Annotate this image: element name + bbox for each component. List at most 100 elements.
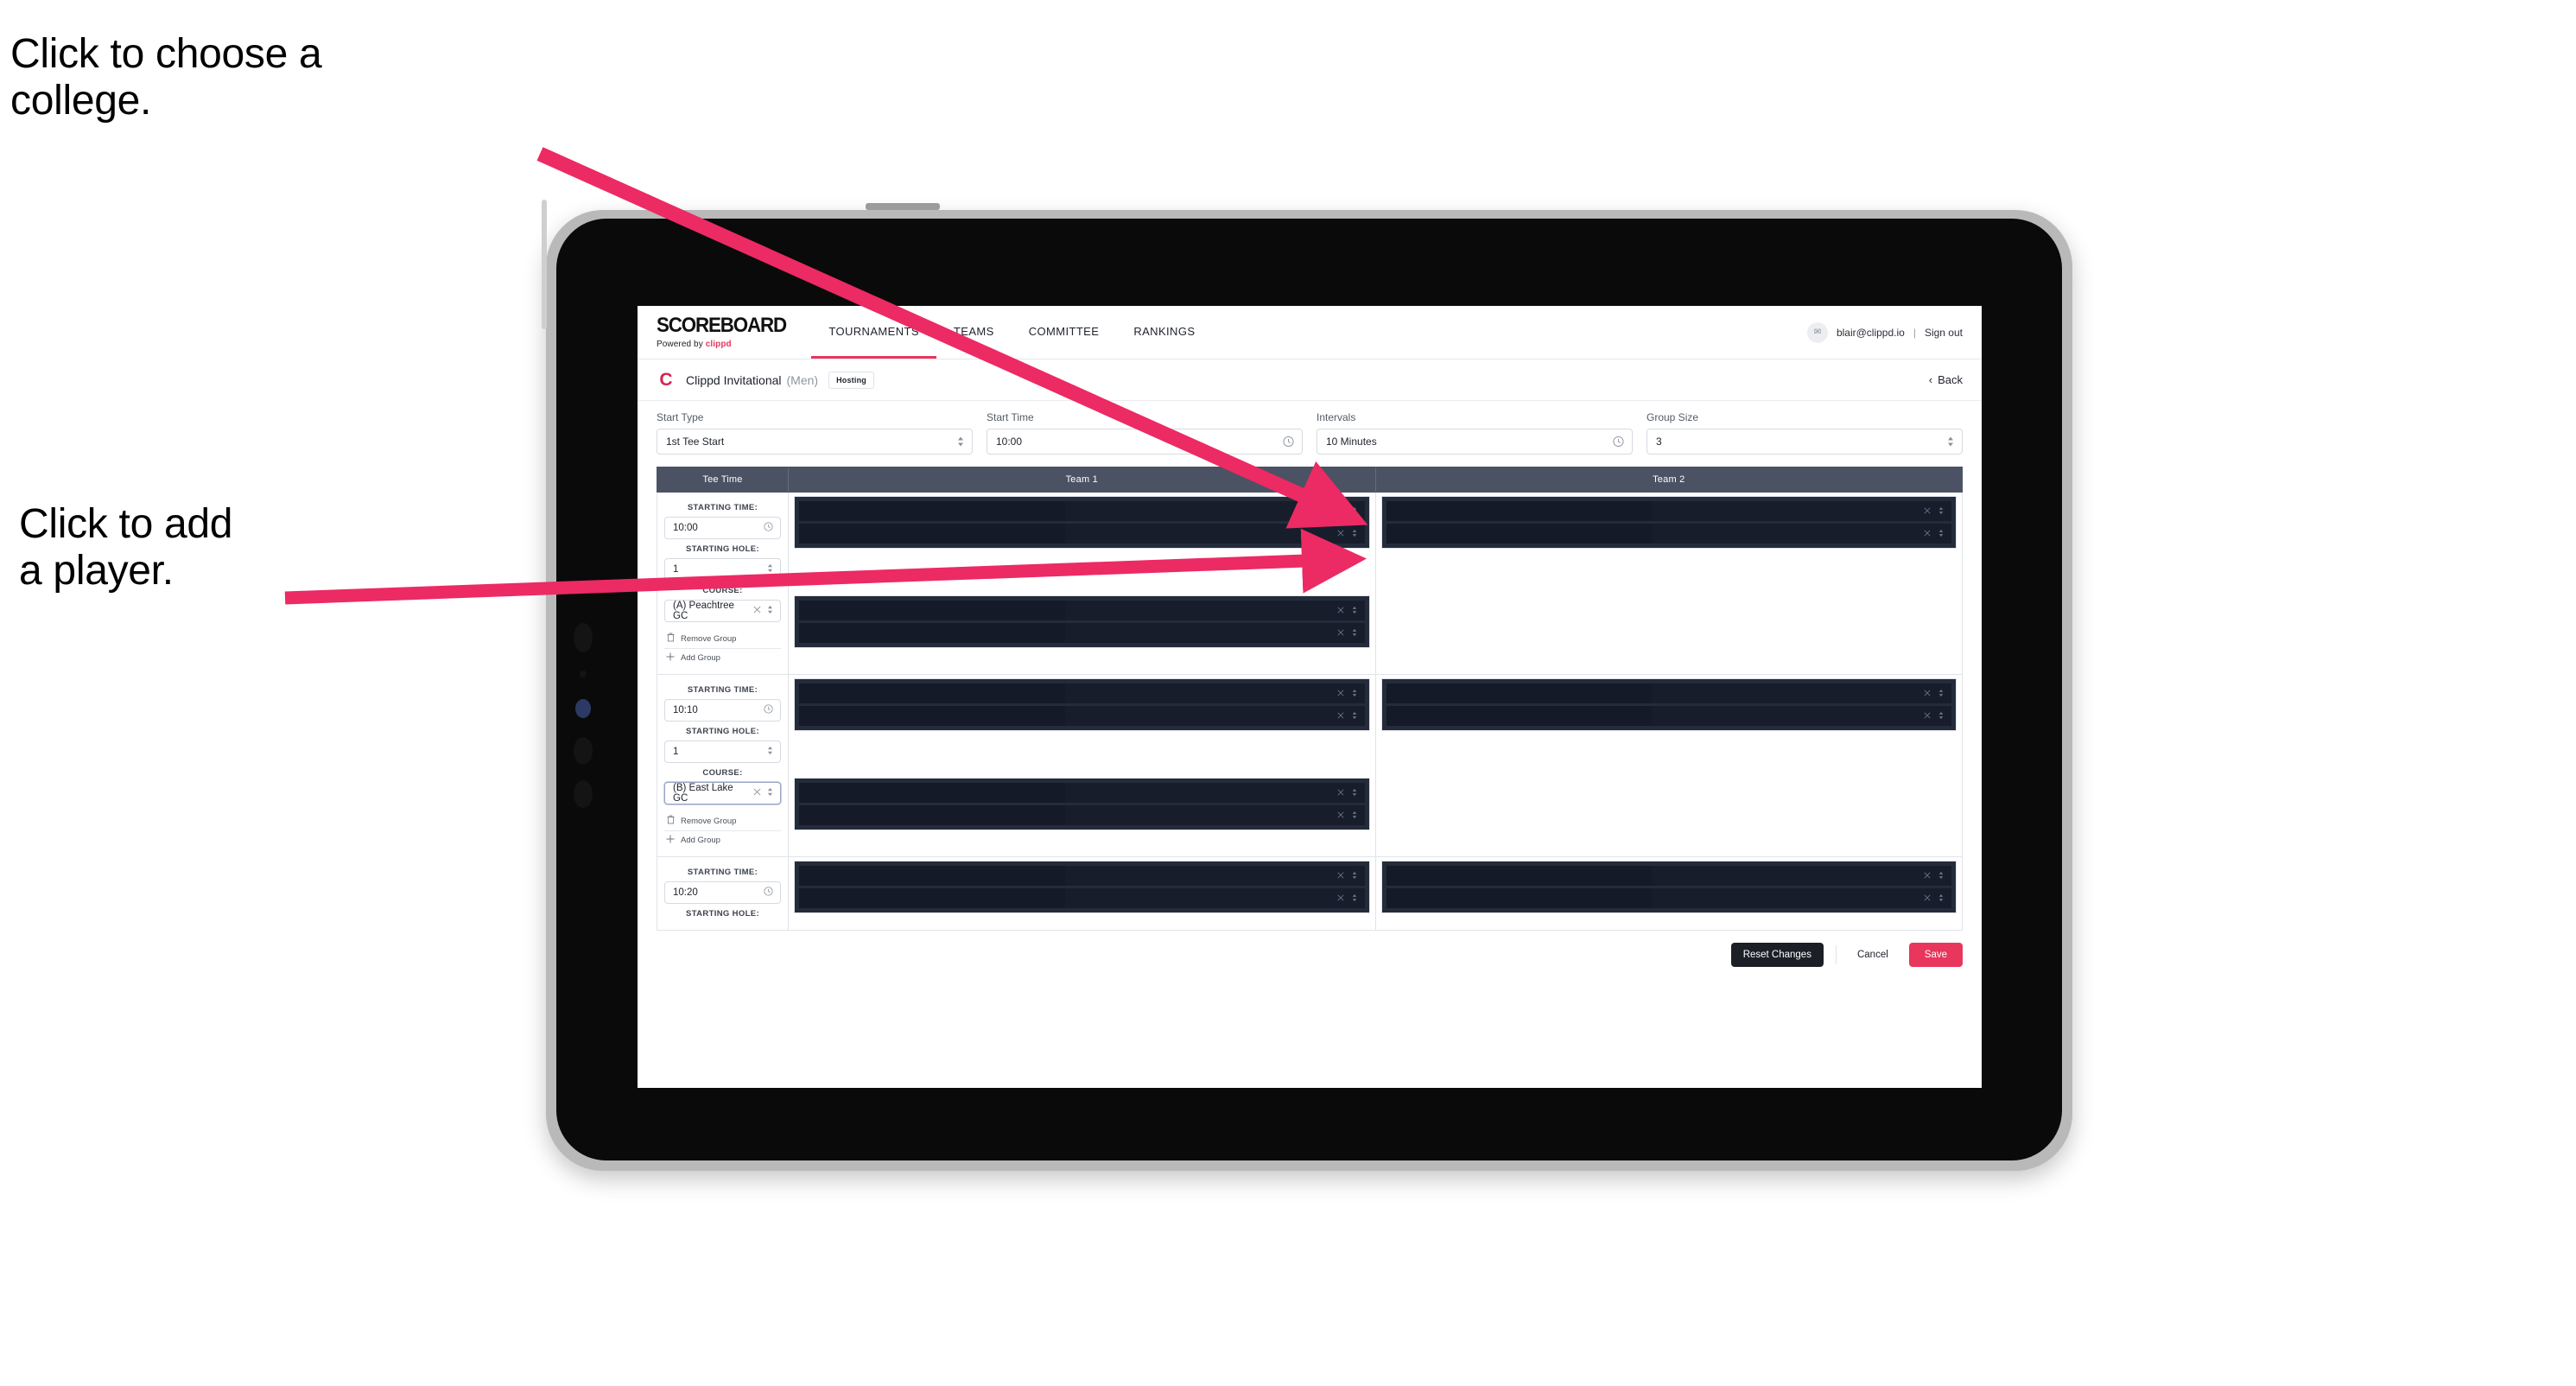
clear-icon[interactable]	[1924, 894, 1931, 903]
clear-icon[interactable]	[753, 788, 761, 798]
stepper-icon[interactable]	[1938, 689, 1944, 699]
stepper-icon[interactable]	[1352, 606, 1357, 616]
footer-divider	[1835, 945, 1837, 964]
stepper-icon[interactable]	[1352, 711, 1357, 722]
starting-time-input[interactable]: 10:00	[664, 517, 781, 539]
starting-time-input[interactable]: 10:10	[664, 699, 781, 722]
brand-logo[interactable]: SCOREBOARD Powered by clippd	[638, 306, 811, 359]
player-slot[interactable]	[799, 683, 1365, 703]
stepper-icon[interactable]	[1938, 506, 1944, 517]
stepper-icon[interactable]	[1352, 689, 1357, 699]
course-select[interactable]: (B) East Lake GC	[664, 782, 781, 804]
remove-group-button[interactable]: Remove Group	[664, 811, 781, 830]
player-slot[interactable]	[1386, 501, 1951, 521]
stepper-icon[interactable]	[1352, 893, 1357, 904]
clock-icon[interactable]	[764, 704, 773, 716]
player-slot[interactable]	[799, 524, 1365, 544]
player-slot[interactable]	[799, 601, 1365, 620]
stepper-icon[interactable]	[767, 746, 773, 758]
group-size-select[interactable]: 3	[1646, 429, 1963, 455]
player-group-block	[1380, 861, 1957, 913]
envelope-icon: ✉	[1813, 327, 1822, 337]
clear-icon[interactable]	[1924, 530, 1931, 538]
stepper-icon[interactable]	[767, 787, 773, 799]
start-time-input[interactable]: 10:00	[987, 429, 1303, 455]
player-slot[interactable]	[799, 623, 1365, 643]
stepper-icon[interactable]	[1938, 893, 1944, 904]
starting-time-input[interactable]: 10:20	[664, 881, 781, 904]
clock-icon[interactable]	[1613, 436, 1624, 448]
stepper-icon[interactable]	[1947, 436, 1954, 448]
starting-time-label: STARTING TIME:	[687, 685, 758, 695]
clear-icon[interactable]	[1337, 712, 1344, 721]
clear-icon[interactable]	[1337, 811, 1344, 820]
clear-icon[interactable]	[753, 606, 761, 616]
player-group-block	[1380, 496, 1957, 549]
stepper-icon[interactable]	[1352, 871, 1357, 881]
player-group-block	[794, 678, 1370, 731]
clear-icon[interactable]	[1337, 872, 1344, 881]
clock-icon[interactable]	[764, 887, 773, 899]
nav-tab-teams[interactable]: TEAMS	[936, 306, 1012, 359]
clear-icon[interactable]	[1924, 507, 1931, 516]
reset-changes-button[interactable]: Reset Changes	[1730, 943, 1824, 967]
player-slot[interactable]	[1386, 888, 1951, 908]
clear-icon[interactable]	[1337, 507, 1344, 516]
player-slot[interactable]	[799, 783, 1365, 803]
clock-icon[interactable]	[764, 522, 773, 534]
clear-icon[interactable]	[1337, 530, 1344, 538]
stepper-icon[interactable]	[1938, 711, 1944, 722]
player-slot[interactable]	[799, 866, 1365, 886]
stepper-icon[interactable]	[1938, 529, 1944, 539]
clear-icon[interactable]	[1924, 690, 1931, 698]
add-group-button[interactable]: Add Group	[664, 648, 781, 667]
stepper-icon[interactable]	[1352, 628, 1357, 639]
stepper-icon[interactable]	[767, 563, 773, 575]
clear-icon[interactable]	[1924, 712, 1931, 721]
starting-time-value: 10:10	[673, 705, 698, 715]
camera-dot	[574, 623, 593, 652]
player-slot[interactable]	[799, 805, 1365, 825]
stepper-icon[interactable]	[1352, 506, 1357, 517]
stepper-icon[interactable]	[767, 605, 773, 617]
clock-icon[interactable]	[1283, 436, 1294, 448]
intervals-input[interactable]: 10 Minutes	[1317, 429, 1633, 455]
stepper-icon[interactable]	[1352, 811, 1357, 821]
starting-hole-label: STARTING HOLE:	[686, 544, 759, 554]
cancel-button[interactable]: Cancel	[1849, 943, 1897, 967]
remove-group-button[interactable]: Remove Group	[664, 629, 781, 648]
start-type-select[interactable]: 1st Tee Start	[657, 429, 973, 455]
stepper-icon[interactable]	[957, 436, 964, 448]
starting-hole-value: 1	[673, 564, 679, 575]
stepper-icon[interactable]	[1352, 529, 1357, 539]
player-name-redacted	[1386, 866, 1653, 886]
player-slot[interactable]	[1386, 683, 1951, 703]
nav-tab-tournaments[interactable]: TOURNAMENTS	[811, 306, 936, 359]
nav-tab-rankings[interactable]: RANKINGS	[1116, 306, 1212, 359]
sign-out-link[interactable]: Sign out	[1925, 327, 1963, 339]
player-slot[interactable]	[1386, 524, 1951, 544]
add-group-label: Add Group	[681, 653, 720, 663]
starting-hole-input[interactable]: 1	[664, 741, 781, 763]
clear-icon[interactable]	[1337, 894, 1344, 903]
clear-icon[interactable]	[1337, 690, 1344, 698]
player-slot[interactable]	[1386, 706, 1951, 726]
player-slot[interactable]	[799, 501, 1365, 521]
course-select[interactable]: (A) Peachtree GC	[664, 600, 781, 622]
player-slot[interactable]	[799, 706, 1365, 726]
player-slot[interactable]	[799, 888, 1365, 908]
clear-icon[interactable]	[1924, 872, 1931, 881]
add-group-button[interactable]: Add Group	[664, 830, 781, 849]
avatar[interactable]: ✉	[1806, 321, 1828, 343]
save-button[interactable]: Save	[1908, 943, 1963, 967]
user-account-area: ✉ blair@clippd.io | Sign out	[1806, 306, 1982, 359]
starting-hole-input[interactable]: 1	[664, 558, 781, 581]
back-button[interactable]: ‹ Back	[1929, 373, 1963, 386]
clear-icon[interactable]	[1337, 629, 1344, 638]
stepper-icon[interactable]	[1352, 788, 1357, 798]
clear-icon[interactable]	[1337, 789, 1344, 798]
player-slot[interactable]	[1386, 866, 1951, 886]
nav-tab-committee[interactable]: COMMITTEE	[1012, 306, 1117, 359]
clear-icon[interactable]	[1337, 607, 1344, 615]
stepper-icon[interactable]	[1938, 871, 1944, 881]
